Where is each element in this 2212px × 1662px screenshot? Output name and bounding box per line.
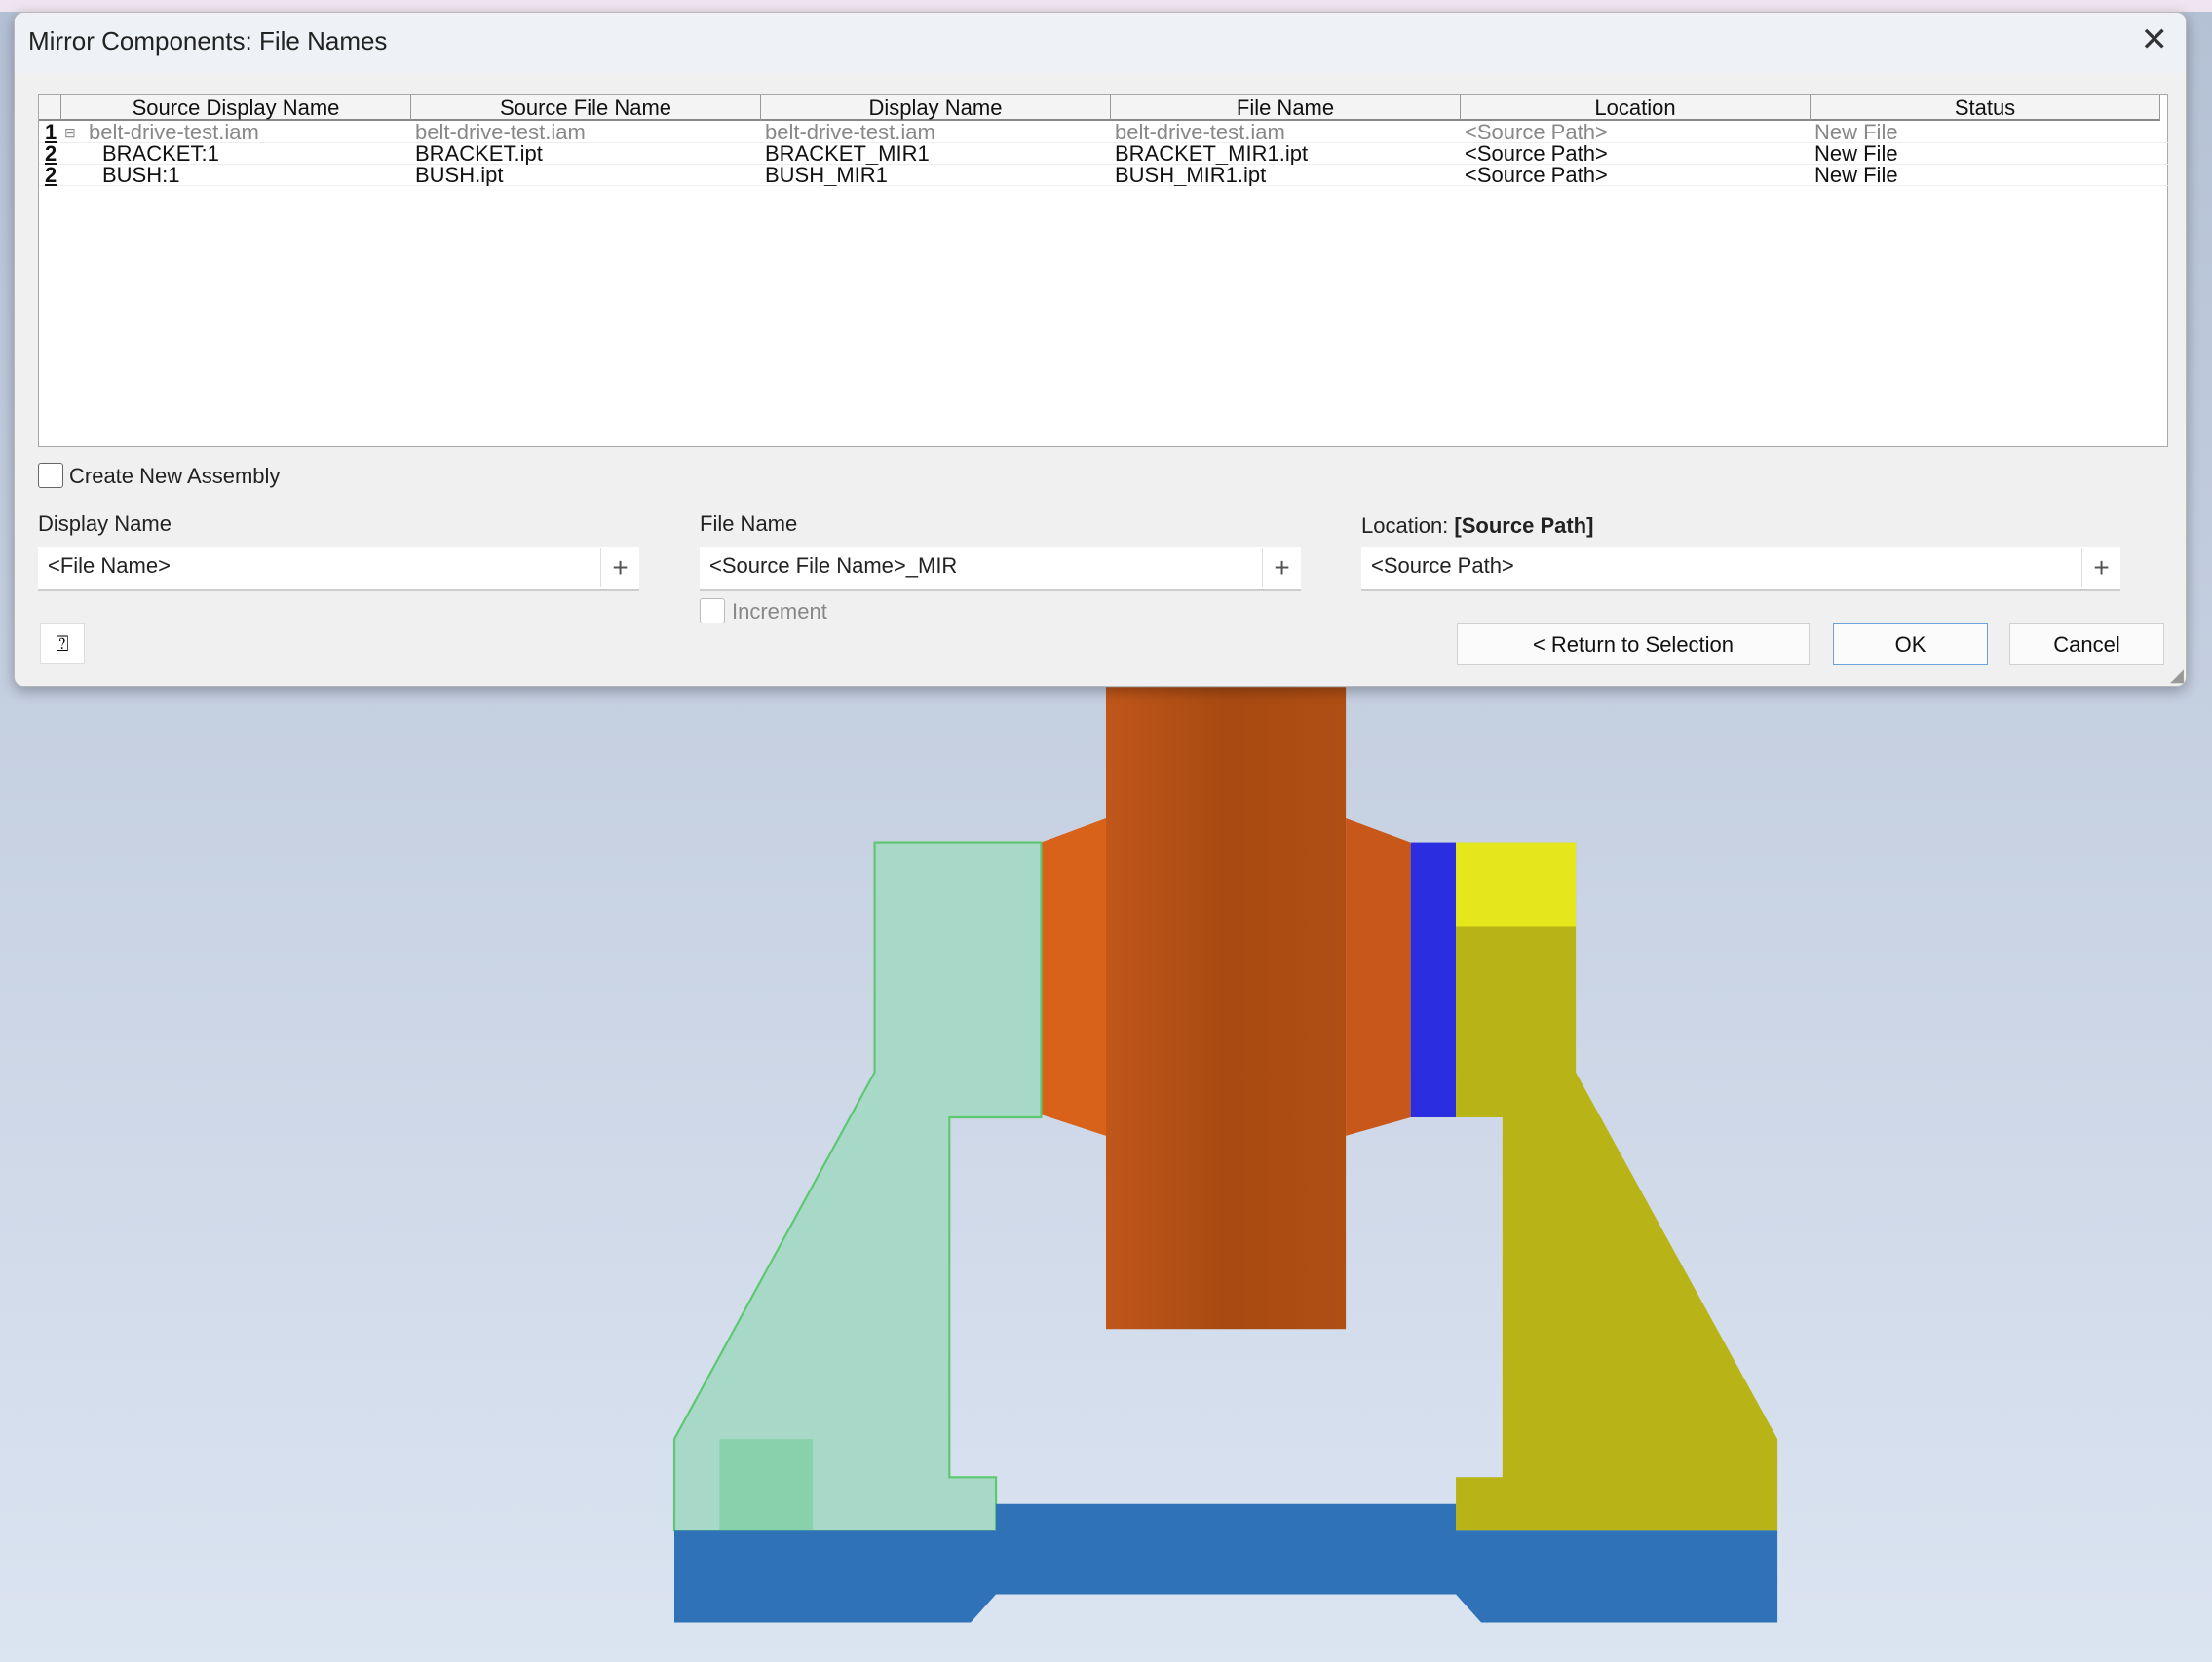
location-input[interactable]: <Source Path> + <box>1361 547 2120 591</box>
return-to-selection-button[interactable]: < Return to Selection <box>1457 623 1810 665</box>
file-name[interactable]: belt-drive-test.iam <box>1111 122 1461 143</box>
source-file-name: belt-drive-test.iam <box>415 122 586 143</box>
display-name-input[interactable]: <File Name> + <box>38 547 639 591</box>
status: New File <box>1814 143 1898 165</box>
row-number-header <box>39 95 61 121</box>
close-icon[interactable]: ✕ <box>2141 20 2169 59</box>
source-file-name: BRACKET.ipt <box>415 143 543 165</box>
display-name-label: Display Name <box>38 511 172 536</box>
file-name-value: <Source File Name>_MIR <box>709 553 958 578</box>
bush-ring <box>1410 842 1457 1117</box>
location-current: [Source Path] <box>1454 513 1594 538</box>
column-header[interactable]: Source File Name <box>411 95 761 121</box>
add-icon[interactable]: + <box>2081 548 2120 587</box>
mirror-components-dialog: Mirror Components: File Names ✕ Source D… <box>14 12 2187 687</box>
display-name[interactable]: BRACKET_MIR1 <box>761 143 1111 165</box>
hub-flange-right <box>1346 817 1411 1136</box>
location-value: <Source Path> <box>1371 553 1514 578</box>
display-name[interactable]: BUSH_MIR1 <box>761 165 1111 186</box>
dialog-title: Mirror Components: File Names <box>28 26 388 56</box>
file-names-table[interactable]: Source Display Name Source File Name Dis… <box>38 94 2169 447</box>
ok-button[interactable]: OK <box>1833 623 1988 665</box>
display-name-value: <File Name> <box>48 553 171 578</box>
increment-label: Increment <box>732 599 827 623</box>
row-level: 1 <box>45 122 57 143</box>
column-header[interactable]: File Name <box>1111 95 1461 121</box>
file-name-label: File Name <box>700 511 798 536</box>
column-header[interactable]: Location <box>1461 95 1811 121</box>
location[interactable]: <Source Path> <box>1461 143 1811 165</box>
location-label-text: Location: <box>1361 513 1449 538</box>
collapse-tree-icon[interactable]: ⊟ <box>64 125 76 141</box>
hub-flange-left <box>1041 817 1106 1136</box>
table-row[interactable]: 2 BUSH:1 BUSH.ipt BUSH_MIR1 BUSH_MIR1.ip… <box>39 165 2169 186</box>
column-header[interactable]: Status <box>1811 95 2160 121</box>
hub-cylinder <box>1106 687 1347 1330</box>
row-level: 2 <box>45 165 57 186</box>
row-level: 2 <box>45 143 57 165</box>
column-header[interactable]: Source Display Name <box>61 95 411 121</box>
table-row[interactable]: 1 belt-drive-test.iam belt-drive-test.ia… <box>39 122 2169 143</box>
source-display-name: belt-drive-test.iam <box>89 122 259 143</box>
create-new-assembly-checkbox[interactable] <box>38 463 63 488</box>
background-strip <box>0 0 2212 12</box>
location[interactable]: <Source Path> <box>1461 122 1811 143</box>
source-display-name: BUSH:1 <box>102 165 180 186</box>
status: New File <box>1814 122 1898 143</box>
increment-checkbox[interactable] <box>700 598 725 623</box>
bracket-right-highlight <box>1456 842 1577 927</box>
resize-grip-icon[interactable]: ◢ <box>2170 665 2184 686</box>
file-name[interactable]: BRACKET_MIR1.ipt <box>1111 143 1461 165</box>
location-label: Location: [Source Path] <box>1361 513 1593 539</box>
status: New File <box>1814 165 1898 186</box>
cancel-button[interactable]: Cancel <box>2009 623 2164 665</box>
title-bar: Mirror Components: File Names ✕ <box>15 13 2186 73</box>
table-row[interactable]: 2 BRACKET:1 BRACKET.ipt BRACKET_MIR1 BRA… <box>39 143 2169 165</box>
add-icon[interactable]: + <box>600 548 639 587</box>
bracket-mirrored-face <box>719 1439 813 1531</box>
add-icon[interactable]: + <box>1262 548 1301 587</box>
help-icon[interactable]: ⍰ <box>40 623 85 664</box>
create-new-assembly-label: Create New Assembly <box>69 464 281 488</box>
display-name[interactable]: belt-drive-test.iam <box>761 122 1111 143</box>
file-name-input[interactable]: <Source File Name>_MIR + <box>700 547 1301 591</box>
file-name[interactable]: BUSH_MIR1.ipt <box>1111 165 1461 186</box>
source-file-name: BUSH.ipt <box>415 165 504 186</box>
location[interactable]: <Source Path> <box>1461 165 1811 186</box>
source-display-name: BRACKET:1 <box>102 143 219 165</box>
column-header[interactable]: Display Name <box>761 95 1111 121</box>
